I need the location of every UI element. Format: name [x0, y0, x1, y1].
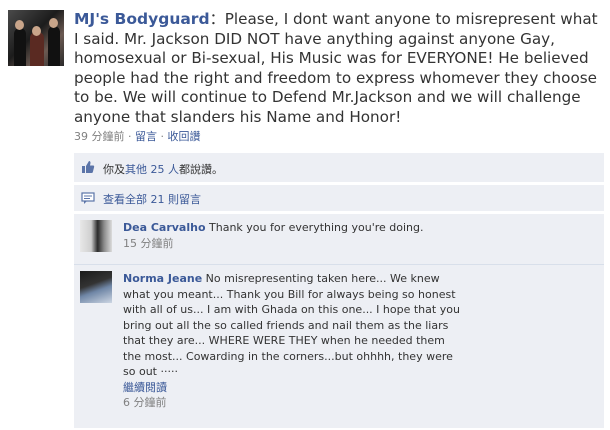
- comment-timestamp[interactable]: 15 分鐘前: [123, 237, 174, 250]
- comment-item: Norma Jeane No misrepresenting taken her…: [74, 265, 604, 428]
- post-author-avatar[interactable]: [8, 10, 64, 66]
- likes-others-link[interactable]: 其他 25 人: [125, 163, 179, 176]
- meta-separator: ·: [157, 130, 168, 143]
- read-more-link[interactable]: 繼續閱讀: [123, 381, 167, 394]
- comment-body: Norma Jeane No misrepresenting taken her…: [123, 271, 463, 411]
- comment-link[interactable]: 留言: [135, 130, 157, 143]
- unlike-link[interactable]: 收回讚: [168, 130, 201, 143]
- comment-item: Dea Carvalho Thank you for everything yo…: [74, 214, 604, 264]
- post-timestamp[interactable]: 39 分鐘前: [74, 130, 125, 143]
- commenter-avatar[interactable]: [80, 271, 112, 303]
- meta-separator: ·: [124, 130, 135, 143]
- post-meta: 39 分鐘前 · 留言 · 收回讚: [74, 128, 201, 144]
- likes-summary: 你及其他 25 人都說讚。: [103, 161, 223, 177]
- post-author-link[interactable]: MJ's Bodyguard: [74, 10, 210, 28]
- commenter-name[interactable]: Norma Jeane: [123, 272, 202, 285]
- speech-bubble-icon: [81, 192, 95, 208]
- likes-suffix: 都說讚。: [179, 163, 223, 176]
- post-author-separator: ：: [209, 10, 225, 28]
- comment-text: Thank you for everything you're doing.: [209, 221, 424, 234]
- likes-prefix: 你及: [103, 163, 125, 176]
- commenter-avatar[interactable]: [80, 220, 112, 252]
- thumbs-up-icon: [81, 160, 95, 177]
- view-all-comments-link[interactable]: 查看全部 21 則留言: [103, 191, 201, 207]
- post-body: MJ's Bodyguard：Please, I dont want anyon…: [74, 10, 604, 127]
- likes-row: 你及其他 25 人都說讚。: [74, 153, 604, 182]
- comment-body: Dea Carvalho Thank you for everything yo…: [123, 220, 593, 251]
- comment-timestamp[interactable]: 6 分鐘前: [123, 396, 167, 409]
- view-all-comments-row[interactable]: 查看全部 21 則留言: [74, 185, 604, 211]
- commenter-name[interactable]: Dea Carvalho: [123, 221, 206, 234]
- comment-text: No misrepresenting taken here... We knew…: [123, 272, 460, 378]
